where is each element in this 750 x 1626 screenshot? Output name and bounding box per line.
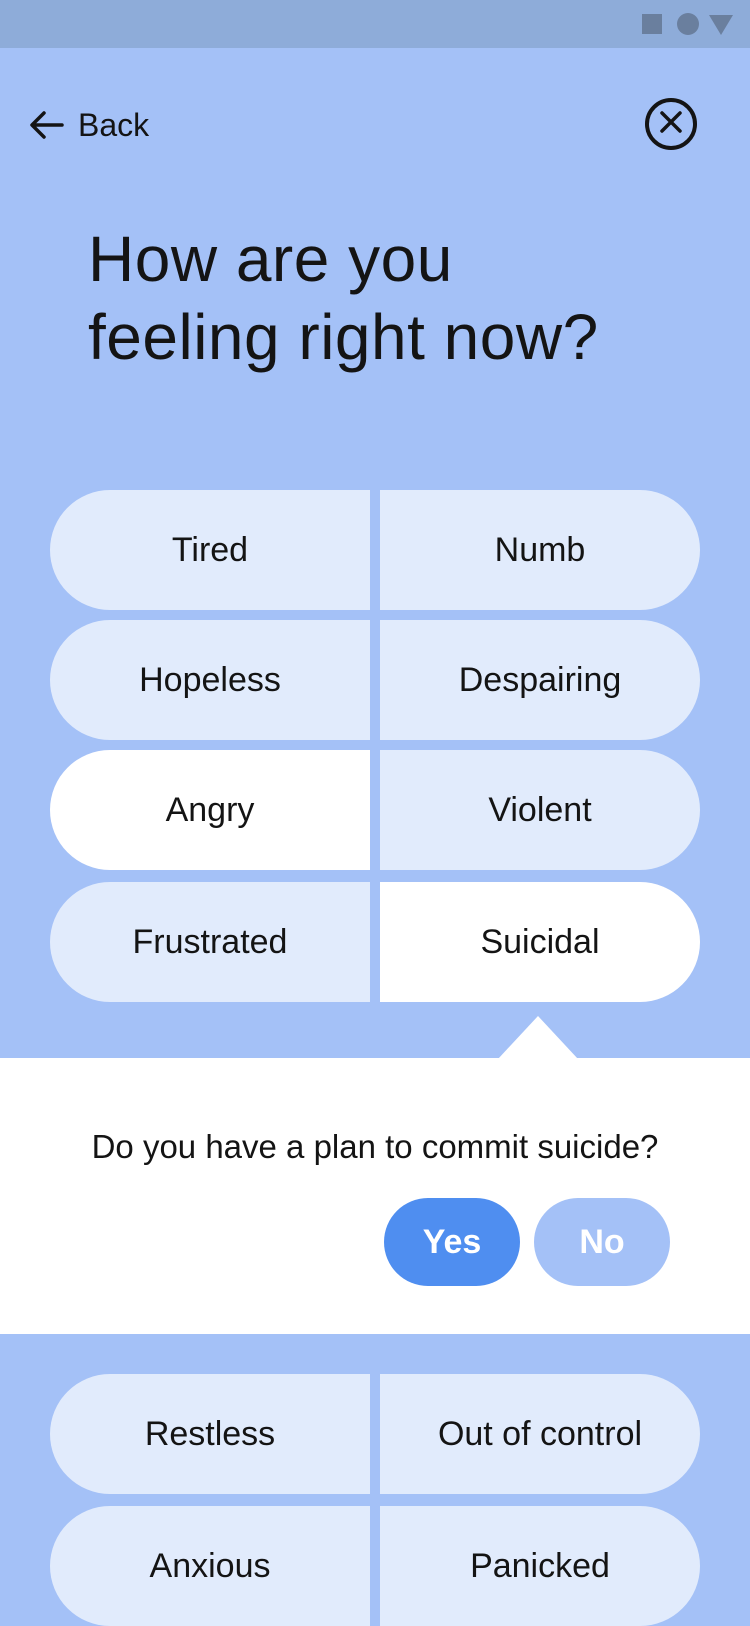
yes-button[interactable]: Yes bbox=[384, 1198, 520, 1286]
feeling-label: Anxious bbox=[149, 1546, 271, 1585]
feeling-label: Despairing bbox=[458, 660, 622, 699]
feeling-label: Hopeless bbox=[139, 660, 281, 699]
feeling-option-numb[interactable]: Numb bbox=[380, 490, 700, 610]
feeling-label: Panicked bbox=[470, 1546, 610, 1585]
record-circle-icon bbox=[677, 13, 699, 35]
followup-panel bbox=[0, 1058, 750, 1334]
feeling-option-despairing[interactable]: Despairing bbox=[380, 620, 700, 740]
feeling-option-violent[interactable]: Violent bbox=[380, 750, 700, 870]
close-circle-icon bbox=[658, 109, 684, 140]
feeling-option-angry[interactable]: Angry bbox=[50, 750, 370, 870]
feeling-label: Frustrated bbox=[132, 922, 288, 961]
feeling-option-out-of-control[interactable]: Out of control bbox=[380, 1374, 700, 1494]
panel-pointer bbox=[498, 1016, 578, 1059]
feeling-label: Numb bbox=[494, 530, 586, 569]
feeling-label: Out of control bbox=[437, 1414, 643, 1453]
feeling-label: Tired bbox=[171, 530, 249, 569]
followup-question: Do you have a plan to commit suicide? bbox=[91, 1128, 659, 1165]
feeling-label: Angry bbox=[165, 790, 255, 829]
status-bar bbox=[0, 0, 750, 48]
title-line-2: feeling right now? bbox=[88, 301, 599, 373]
arrow-left-icon bbox=[28, 110, 64, 140]
page-title: How are you feeling right now? bbox=[88, 220, 688, 376]
no-button[interactable]: No bbox=[534, 1198, 670, 1286]
signal-triangle-icon bbox=[709, 15, 733, 35]
feeling-option-hopeless[interactable]: Hopeless bbox=[50, 620, 370, 740]
back-label: Back bbox=[78, 106, 150, 143]
feeling-option-restless[interactable]: Restless bbox=[50, 1374, 370, 1494]
feeling-option-frustrated[interactable]: Frustrated bbox=[50, 882, 370, 1002]
feeling-option-panicked[interactable]: Panicked bbox=[380, 1506, 700, 1626]
feeling-label: Restless bbox=[144, 1414, 276, 1453]
feeling-option-anxious[interactable]: Anxious bbox=[50, 1506, 370, 1626]
title-line-1: How are you bbox=[88, 223, 453, 295]
feeling-label: Violent bbox=[488, 790, 592, 829]
feeling-label: Suicidal bbox=[480, 922, 600, 961]
stop-square-icon bbox=[642, 14, 662, 34]
close-button[interactable] bbox=[645, 98, 697, 150]
back-button[interactable]: Back bbox=[28, 102, 149, 148]
feeling-option-tired[interactable]: Tired bbox=[50, 490, 370, 610]
feeling-option-suicidal[interactable]: Suicidal bbox=[380, 882, 700, 1002]
